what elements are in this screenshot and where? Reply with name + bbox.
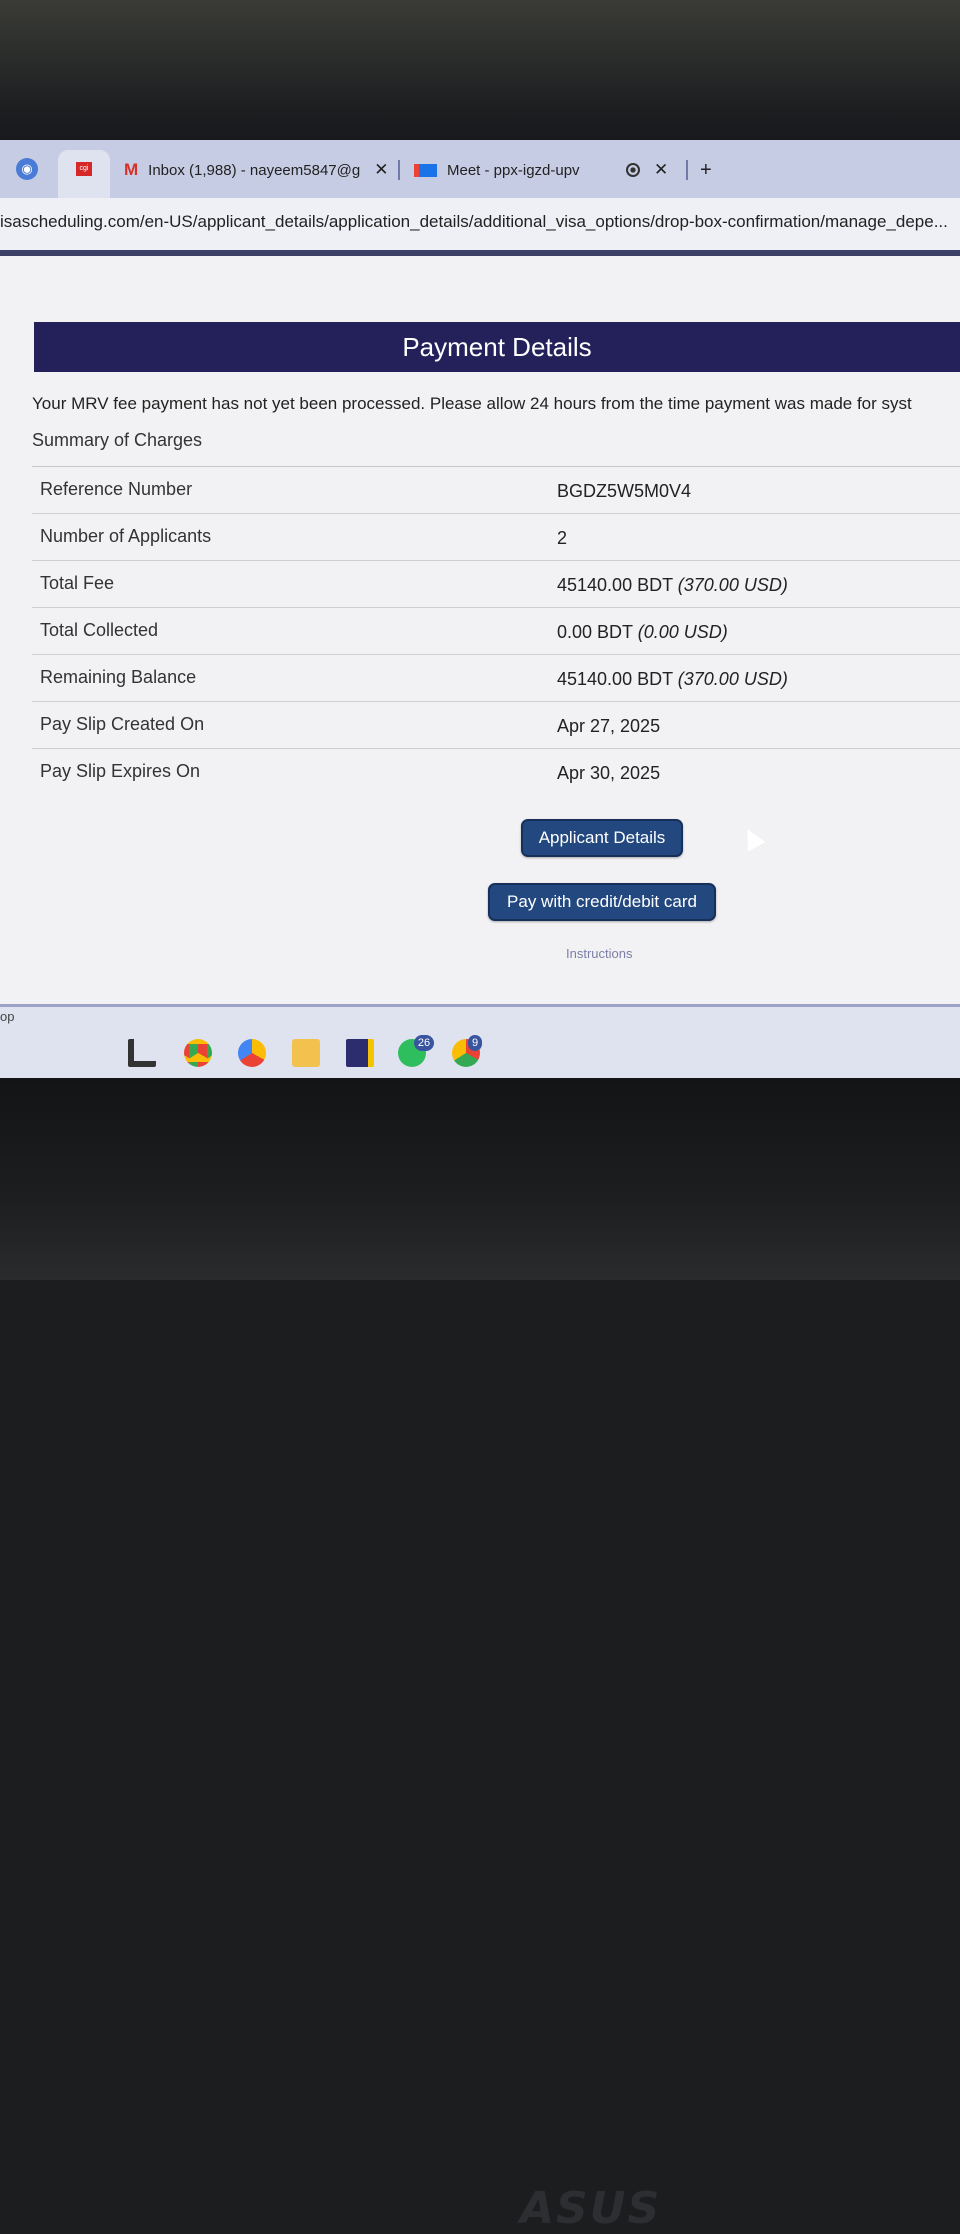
row-label: Pay Slip Expires On [40,761,201,781]
tab-separator [686,160,688,180]
instructions-link[interactable]: Instructions [566,946,632,961]
site-favicon-icon: cgi [76,162,92,176]
browser-tabbar: ◉ cgi M Inbox (1,988) - nayeem5847@g ✕ M… [0,140,960,198]
meet-icon [414,163,437,177]
tab-meet-controls: ✕ [626,158,668,182]
table-row: Reference Number BGDZ5W5M0V4 [32,467,960,514]
table-row: Pay Slip Expires On Apr 30, 2025 [32,749,960,795]
row-label: Total Fee [40,573,115,593]
profile-icon[interactable]: ◉ [16,158,38,180]
table-row: Number of Applicants 2 [32,514,960,561]
tab-gmail[interactable]: M Inbox (1,988) - nayeem5847@g ✕ [124,158,388,182]
close-icon[interactable]: ✕ [374,160,388,180]
gmail-icon: M [124,160,139,179]
row-value: Apr 27, 2025 [557,716,661,736]
row-label: Total Collected [40,620,159,640]
monitor-bottom-bezel: ASUS [0,1078,960,2234]
row-value: 0.00 BDT (0.00 USD) [557,622,728,642]
row-value: Apr 30, 2025 [557,763,661,783]
taskbar: op 26 9 [0,1004,960,1081]
chrome-icon[interactable] [184,1039,212,1067]
row-label: Remaining Balance [40,667,197,687]
notification-badge: 26 [414,1035,434,1051]
url-text[interactable]: isascheduling.com/en-US/applicant_detail… [0,212,948,232]
row-value: 45140.00 BDT (370.00 USD) [557,575,788,595]
chrome-profile-icon[interactable] [238,1039,266,1067]
row-value: 2 [557,528,568,548]
row-label: Pay Slip Created On [40,714,205,734]
screen: ◉ cgi M Inbox (1,988) - nayeem5847@g ✕ M… [0,140,960,1081]
notification-badge: 9 [468,1035,482,1051]
address-bar[interactable]: isascheduling.com/en-US/applicant_detail… [0,198,960,256]
table-row: Total Fee 45140.00 BDT (370.00 USD) [32,561,960,608]
close-icon[interactable]: ✕ [654,160,668,180]
table-row: Pay Slip Created On Apr 27, 2025 [32,702,960,749]
row-value: 45140.00 BDT (370.00 USD) [557,669,788,689]
row-value: BGDZ5W5M0V4 [557,481,692,501]
applicant-details-button[interactable]: Applicant Details [521,819,683,857]
mouse-cursor-icon [738,824,766,852]
tab-gmail-label: Inbox (1,988) - nayeem5847@g [148,161,361,179]
page-content: Payment Details Your MRV fee payment has… [0,256,960,1004]
taskbar-app-icon[interactable] [128,1039,156,1067]
brand-logo: ASUS [520,2183,662,2234]
taskbar-edge-text: op [0,1009,15,1024]
summary-title: Summary of Charges [32,430,203,450]
sticky-notes-icon[interactable] [346,1039,374,1067]
recording-icon [626,163,640,177]
monitor-top-bezel [0,0,960,150]
new-tab-icon[interactable]: + [700,158,712,182]
table-row: Remaining Balance 45140.00 BDT (370.00 U… [32,655,960,702]
tab-separator [398,160,400,180]
row-label: Number of Applicants [40,526,212,546]
page-title: Payment Details [34,322,960,372]
table-row: Total Collected 0.00 BDT (0.00 USD) [32,608,960,655]
charges-table: Reference Number BGDZ5W5M0V4 Number of A… [32,466,960,795]
tab-meet-label: Meet - ppx-igzd-upv [447,161,580,179]
tab-active[interactable]: cgi [58,150,110,198]
tab-meet[interactable]: Meet - ppx-igzd-upv [414,158,580,182]
row-label: Reference Number [40,479,193,499]
payment-notice: Your MRV fee payment has not yet been pr… [32,394,912,413]
pay-card-button[interactable]: Pay with credit/debit card [488,883,716,921]
file-explorer-icon[interactable] [292,1039,320,1067]
